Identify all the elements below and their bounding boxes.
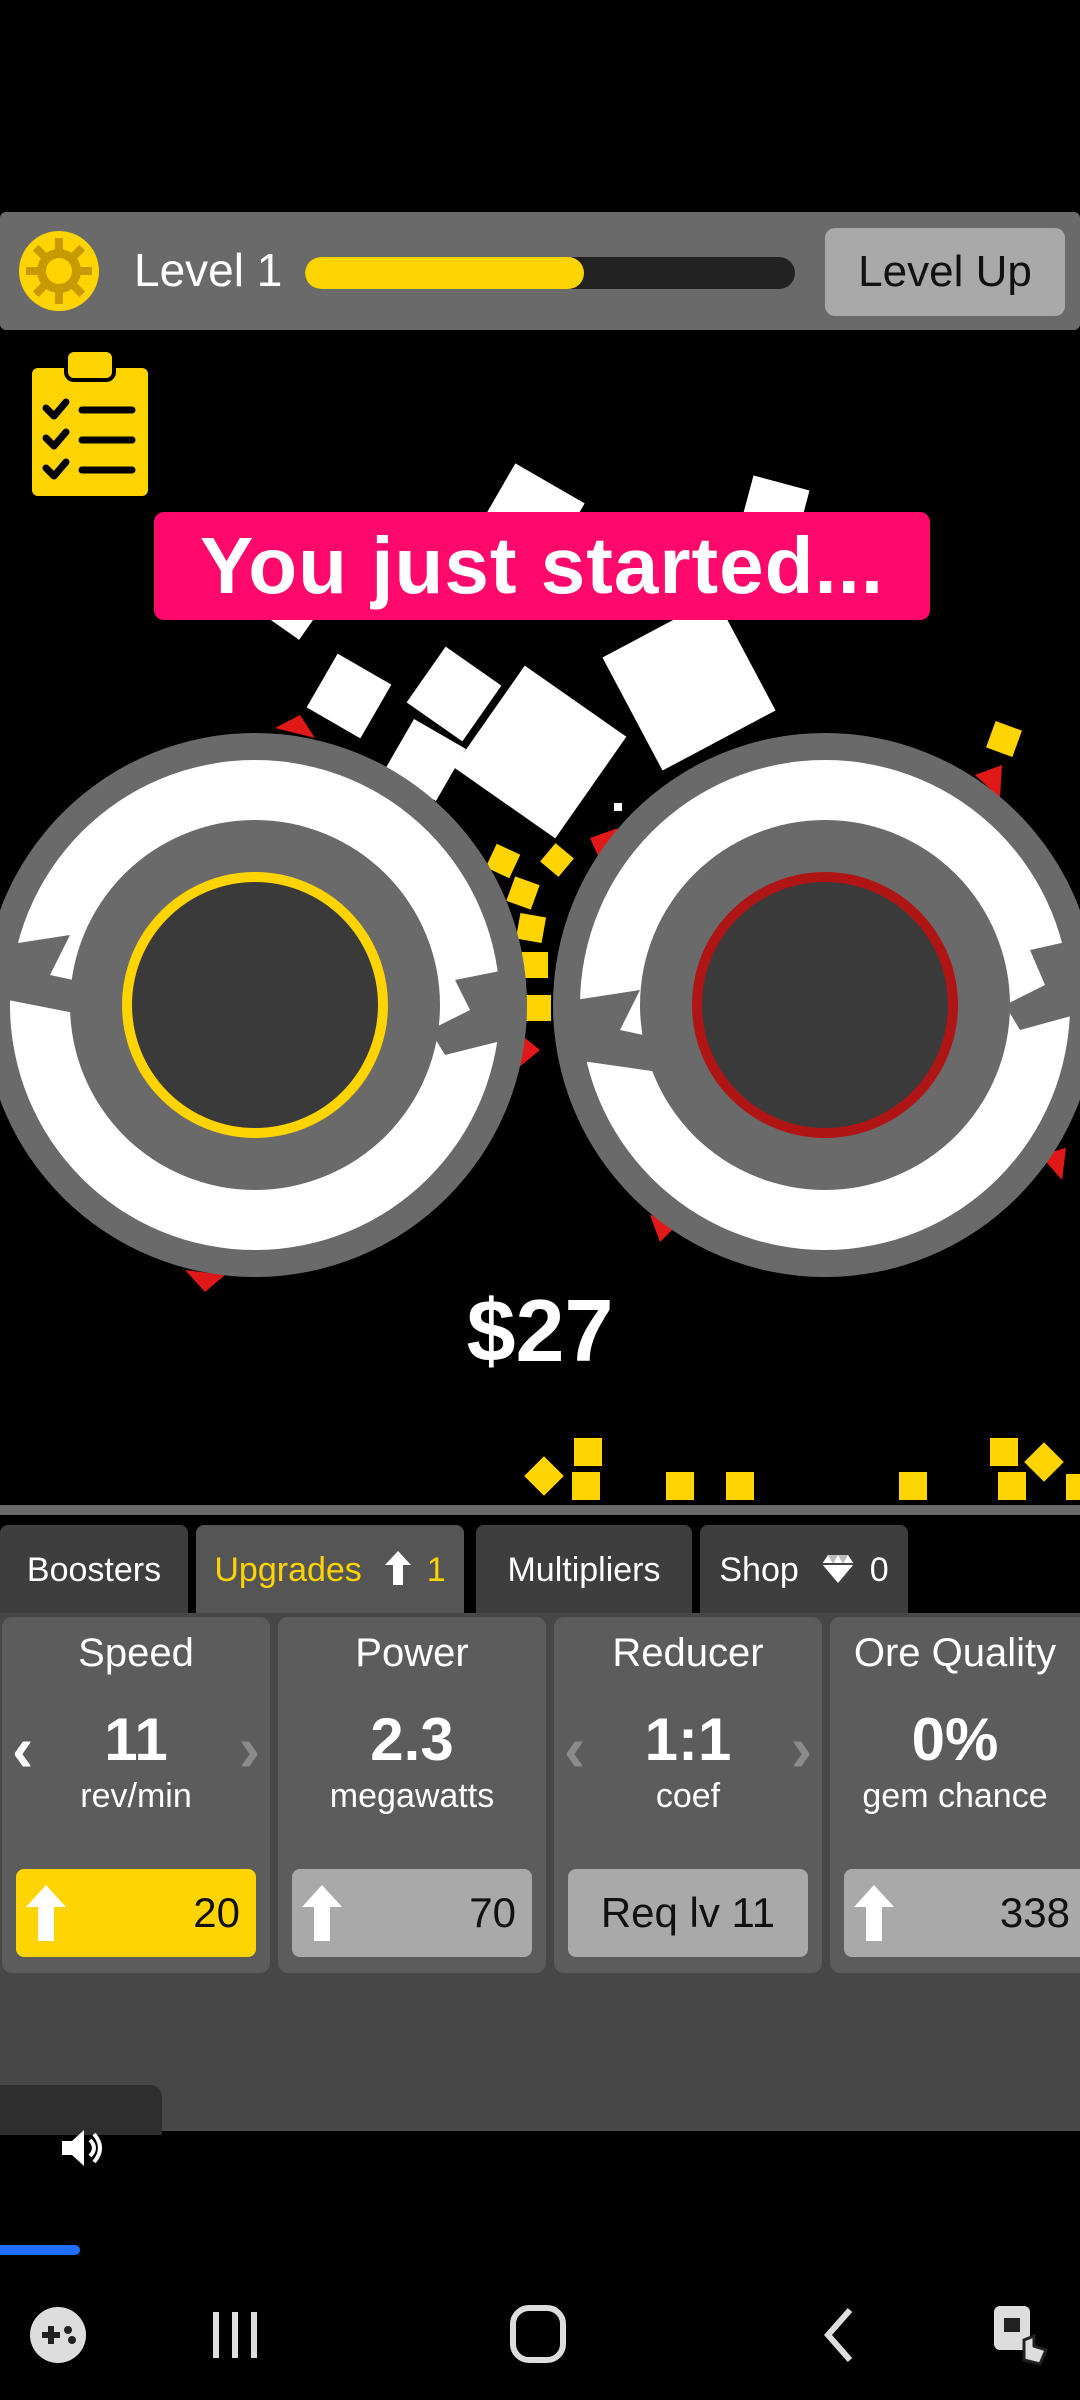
up-arrow-icon (302, 1885, 342, 1941)
tab-upgrades[interactable]: Upgrades 1 (196, 1525, 464, 1615)
card-value: 1:1 (644, 1706, 732, 1773)
up-arrow-icon (385, 1551, 412, 1585)
card-title: Power (355, 1631, 469, 1675)
touch-lock-icon[interactable] (980, 2300, 1060, 2370)
upgrade-card-reducer: Reducer ‹ 1:1 › coef Req lv 11 (554, 1617, 822, 1973)
up-arrow-icon (854, 1885, 894, 1941)
chevron-right-icon[interactable]: › (791, 1717, 812, 1781)
card-value: 0% (911, 1706, 999, 1773)
tab-boosters[interactable]: Boosters (0, 1525, 188, 1615)
tab-boosters-label: Boosters (26, 1551, 162, 1589)
ore-quality-upgrade-button[interactable]: 338 (844, 1869, 1080, 1957)
card-unit: megawatts (329, 1777, 495, 1815)
chevron-right-icon[interactable]: › (239, 1717, 260, 1781)
settings-gear-icon[interactable] (16, 228, 102, 314)
card-title: Speed (78, 1631, 194, 1675)
card-title: Ore Quality (853, 1631, 1057, 1675)
card-title: Reducer (612, 1631, 764, 1675)
game-launcher-icon[interactable] (18, 2300, 98, 2370)
level-up-button[interactable]: Level Up (825, 228, 1065, 316)
card-value: 11 (104, 1706, 168, 1773)
up-arrow-icon (26, 1885, 66, 1941)
tab-shop[interactable]: Shop 0 (700, 1525, 908, 1615)
card-value: 2.3 (370, 1706, 454, 1773)
speed-upgrade-button[interactable]: 20 (16, 1869, 256, 1957)
upgrade-price: 20 (193, 1889, 240, 1936)
money-counter: $27 (466, 1281, 614, 1380)
back-icon[interactable] (800, 2300, 880, 2370)
gem-count: 0 (869, 1551, 889, 1589)
upgrade-price: 70 (469, 1889, 516, 1936)
ground-conveyor (0, 1505, 1080, 1515)
home-icon[interactable] (498, 2300, 578, 2370)
left-grinder-wheel (0, 733, 527, 1277)
power-upgrade-button[interactable]: 70 (292, 1869, 532, 1957)
level-label: Level 1 (134, 244, 283, 296)
media-progress-bar (0, 2245, 80, 2255)
sound-icon[interactable] (58, 2124, 106, 2172)
card-unit: gem chance (862, 1777, 1048, 1815)
upgrade-price: 338 (999, 1889, 1070, 1936)
card-unit: rev/min (80, 1777, 192, 1815)
reducer-locked-button[interactable]: Req lv 11 (568, 1869, 808, 1957)
level-progress-bar (305, 257, 795, 289)
gem-icon (822, 1555, 855, 1583)
tab-shop-label: Shop (719, 1551, 799, 1589)
card-unit: coef (655, 1777, 721, 1815)
tab-upgrades-label: Upgrades (214, 1551, 362, 1589)
upgrade-card-ore-quality: Ore Quality 0% gem chance 338 (830, 1617, 1080, 1973)
right-grinder-wheel (553, 733, 1080, 1277)
level-progress-fill (305, 257, 585, 289)
upgrades-badge-count: 1 (426, 1551, 446, 1589)
tab-multipliers[interactable]: Multipliers (476, 1525, 692, 1615)
upgrade-card-power: Power 2.3 megawatts 70 (278, 1617, 546, 1973)
status-banner: You just started... (154, 512, 930, 620)
upgrade-card-speed: Speed ‹ 11 › rev/min 20 (2, 1617, 270, 1973)
recent-apps-icon[interactable] (195, 2300, 275, 2370)
tab-multipliers-label: Multipliers (507, 1551, 661, 1589)
